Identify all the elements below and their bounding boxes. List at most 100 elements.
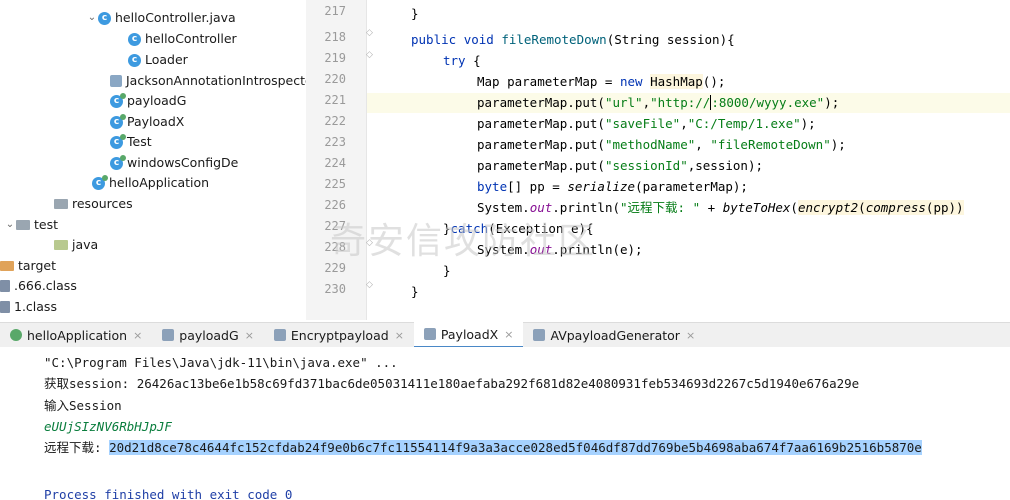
chevron-down-icon[interactable]: ⌄ — [86, 8, 98, 28]
run-config-icon — [273, 329, 286, 341]
close-icon[interactable]: × — [504, 328, 513, 341]
run-tabs-bar: helloApplication × payloadG × Encryptpay… — [0, 322, 1010, 348]
jar-icon — [110, 75, 122, 87]
tree-item-test-class[interactable]: c Test — [110, 132, 152, 152]
tree-item-label: java — [72, 237, 99, 252]
tree-item-test-folder[interactable]: ⌄ test — [4, 215, 58, 235]
code-line-223: parameterMap.put("methodName", "fileRemo… — [477, 137, 846, 152]
code-line-219: try { — [443, 53, 481, 68]
line-number: 217 — [324, 4, 346, 18]
close-icon[interactable]: × — [395, 329, 404, 342]
runnable-class-icon: c — [110, 92, 126, 108]
folder-icon — [54, 240, 68, 250]
line-number: 223 — [324, 135, 346, 149]
tree-item-loader[interactable]: c Loader — [128, 50, 188, 70]
tree-item-label: Loader — [145, 52, 188, 67]
ide-top-area: ⌄ c helloController.java c helloControll… — [0, 0, 1010, 320]
tab-label: PayloadX — [440, 326, 499, 342]
tree-item-java[interactable]: java — [54, 235, 98, 255]
tree-item-label: helloApplication — [109, 175, 210, 190]
tree-item-helloapplication[interactable]: c helloApplication — [92, 173, 209, 193]
close-icon[interactable]: × — [686, 329, 695, 342]
line-number-gutter[interactable]: 217 218 219 220 221 222 223 224 225 226 … — [306, 0, 373, 320]
code-line-224: parameterMap.put("sessionId",session); — [477, 158, 763, 173]
folder-icon — [0, 261, 14, 271]
run-console[interactable]: "C:\Program Files\Java\jdk-11\bin\java.e… — [0, 347, 1010, 500]
tree-item-label: payloadG — [127, 93, 187, 108]
tree-item-payloadx[interactable]: c PayloadX — [110, 112, 184, 132]
tab-label: Encryptpayload — [290, 327, 389, 343]
code-line-225: byte[] pp = serialize(parameterMap); — [477, 179, 748, 194]
tree-item-label: PayloadX — [127, 114, 185, 129]
tree-item-hellocontroller[interactable]: c helloController — [128, 29, 237, 49]
tab-helloapplication[interactable]: helloApplication × — [0, 323, 152, 347]
console-prompt-line: 输入Session — [44, 398, 122, 413]
run-config-icon — [423, 328, 436, 340]
tab-payloadg[interactable]: payloadG × — [152, 323, 264, 347]
line-number: 226 — [324, 198, 346, 212]
line-number: 225 — [324, 177, 346, 191]
code-line-217: } — [411, 6, 419, 21]
tree-item-hellocontroller-java[interactable]: ⌄ c helloController.java — [86, 8, 236, 28]
line-number: 224 — [324, 156, 346, 170]
tree-item-target[interactable]: target — [0, 256, 56, 276]
code-line-230: } — [411, 284, 419, 299]
download-value: 20d21d8ce78c4644fc152cfdab24f9e0b6c7fc11… — [109, 440, 922, 455]
tree-item-label: resources — [72, 196, 133, 211]
tree-item-windowsconfigde[interactable]: c windowsConfigDe — [110, 153, 238, 173]
folder-icon — [54, 199, 68, 209]
run-config-icon — [162, 329, 175, 341]
tree-item-jackson[interactable]: JacksonAnnotationIntrospecto — [110, 71, 307, 91]
tree-item-label: Test — [127, 134, 152, 149]
tab-label: helloApplication — [27, 327, 128, 343]
class-icon: c — [98, 11, 111, 25]
run-config-icon — [533, 329, 546, 341]
console-finished-line: Process finished with exit code 0 — [44, 487, 293, 500]
tree-item-666-class[interactable]: .666.class — [0, 276, 77, 296]
tree-item-label: helloController — [145, 31, 237, 46]
code-line-229: } — [443, 263, 451, 278]
line-number: 220 — [324, 72, 346, 86]
code-line-220: Map parameterMap = new HashMap(); — [477, 74, 726, 89]
tree-item-label: .666.class — [14, 278, 77, 293]
class-icon: c — [128, 53, 141, 67]
tree-item-label: JacksonAnnotationIntrospecto — [126, 73, 307, 88]
tree-item-label: windowsConfigDe — [127, 155, 239, 170]
console-download-line: 远程下载: 20d21d8ce78c4644fc152cfdab24f9e0b6… — [44, 438, 922, 458]
runnable-class-icon: c — [110, 154, 126, 170]
line-number: 230 — [324, 282, 346, 296]
tab-label: payloadG — [179, 327, 239, 343]
tree-item-resources[interactable]: resources — [54, 194, 133, 214]
tab-label: AVpayloadGenerator — [550, 327, 680, 343]
line-number: 222 — [324, 114, 346, 128]
code-line-221-current: parameterMap.put("url","http://:8000/wyy… — [367, 93, 1010, 113]
folder-icon — [16, 220, 30, 230]
watermark: 奇安信攻防社区 — [330, 221, 597, 262]
code-editor[interactable]: } public void fileRemoteDown(String sess… — [367, 0, 1010, 320]
tree-item-1-class[interactable]: 1.class — [0, 297, 57, 317]
close-icon[interactable]: × — [133, 329, 142, 342]
tree-item-label: test — [34, 217, 59, 232]
tab-payloadx[interactable]: PayloadX × — [413, 322, 524, 348]
console-user-input: eUUjSIzNV6RbHJpJF — [44, 419, 172, 434]
tab-avpayloadgenerator[interactable]: AVpayloadGenerator × — [523, 323, 705, 347]
project-tree[interactable]: ⌄ c helloController.java c helloControll… — [0, 0, 307, 320]
class-icon: c — [128, 32, 141, 46]
console-session-line: 获取session: 26426ac13be6e1b58c69fd371bac6… — [44, 376, 860, 391]
runnable-class-icon: c — [110, 133, 126, 149]
run-config-icon — [10, 329, 22, 341]
chevron-down-icon[interactable]: ⌄ — [4, 215, 16, 235]
class-file-icon — [0, 301, 10, 313]
close-icon[interactable]: × — [245, 329, 254, 342]
tree-item-payloadg[interactable]: c payloadG — [110, 91, 186, 111]
console-command-line: "C:\Program Files\Java\jdk-11\bin\java.e… — [44, 355, 398, 370]
download-label: 远程下载: — [44, 440, 110, 455]
class-file-icon — [0, 280, 10, 292]
tree-item-label: 1.class — [14, 299, 57, 314]
runnable-class-icon: c — [92, 174, 108, 190]
code-line-222: parameterMap.put("saveFile","C:/Temp/1.e… — [477, 116, 816, 131]
line-number: 218 — [324, 30, 346, 44]
runnable-class-icon: c — [110, 113, 126, 129]
line-number: 221 — [324, 93, 346, 107]
tab-encryptpayload[interactable]: Encryptpayload × — [264, 323, 414, 347]
